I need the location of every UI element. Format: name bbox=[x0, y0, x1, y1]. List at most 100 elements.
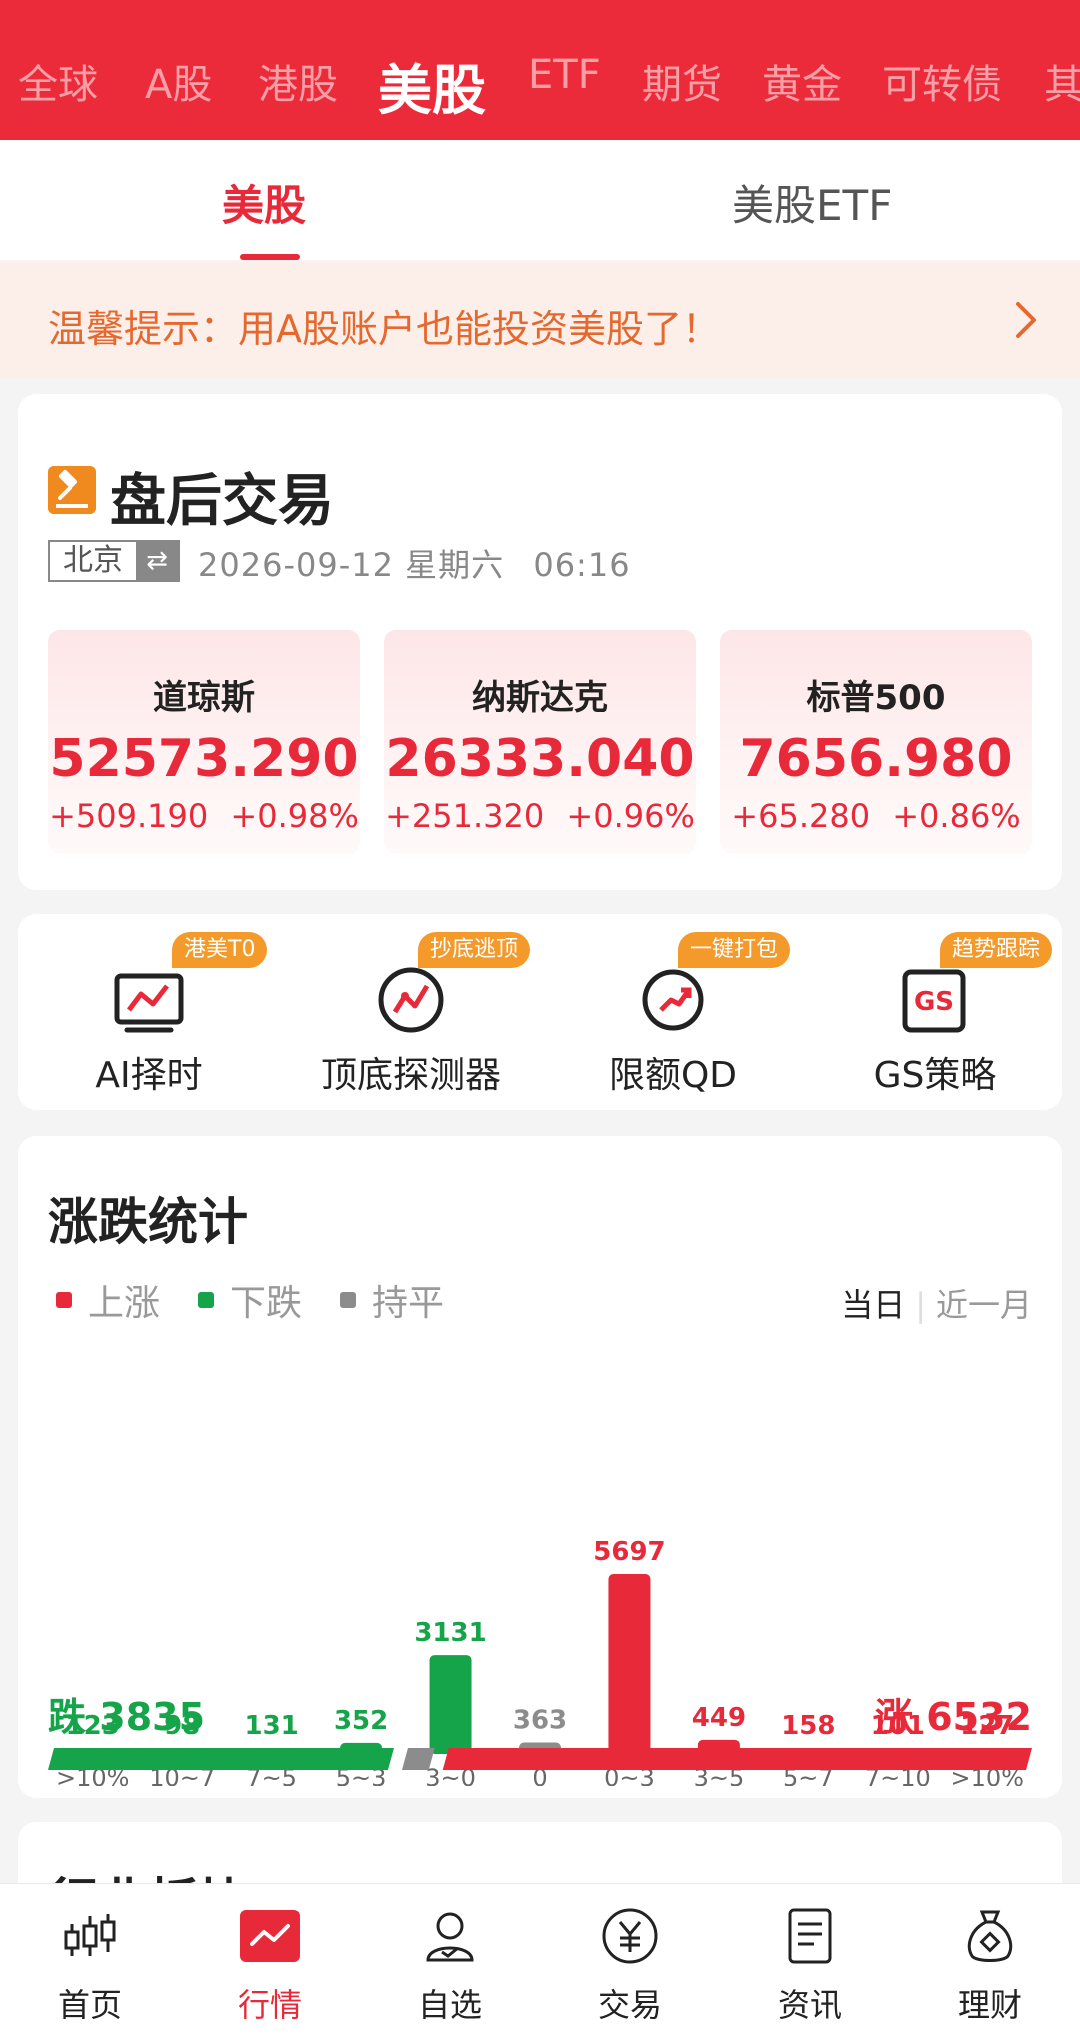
gavel-icon bbox=[48, 466, 96, 514]
bar-value-label: 449 bbox=[692, 1703, 746, 1733]
bar-value-label: 363 bbox=[513, 1706, 567, 1736]
tool-label: AI择时 bbox=[95, 1055, 203, 1096]
split-flat-segment bbox=[401, 1748, 435, 1770]
nav-wealth[interactable]: 理财 bbox=[900, 1884, 1080, 2037]
tool-label: GS策略 bbox=[873, 1055, 997, 1096]
index-value: 7656.980 bbox=[739, 729, 1013, 789]
tab-convertible-bonds[interactable]: 可转债 bbox=[882, 52, 1002, 110]
tab-hk-stocks[interactable]: 港股 bbox=[258, 52, 338, 110]
tool-gs-strategy[interactable]: GS 趋势跟踪 GS策略 bbox=[804, 914, 1066, 1110]
legend-swatch bbox=[340, 1292, 356, 1308]
legend-label: 上涨 bbox=[88, 1283, 161, 1324]
rise-total-label: 涨 bbox=[874, 1695, 913, 1739]
after-hours-card: 盘后交易 北京 ⇄ 2026-09-12 星期六 06:16 道琼斯 52573… bbox=[18, 394, 1062, 890]
legend-label: 持平 bbox=[372, 1283, 445, 1324]
stats-title: 涨跌统计 bbox=[48, 1193, 248, 1251]
index-card-dow[interactable]: 道琼斯 52573.290 +509.190 +0.98% bbox=[48, 630, 360, 854]
index-change-amount: +251.320 bbox=[385, 797, 545, 835]
index-change-pct: +0.98% bbox=[230, 797, 359, 835]
yuan-coin-icon bbox=[602, 1908, 658, 1964]
bar-4 bbox=[429, 1655, 472, 1754]
timezone-switch[interactable]: 北京 ⇄ bbox=[48, 540, 180, 582]
tab-etf[interactable]: ETF bbox=[528, 52, 601, 98]
index-card-sp500[interactable]: 标普500 7656.980 +65.280 +0.86% bbox=[720, 630, 1032, 854]
market-tab-bar: 全球 A股 港股 美股 ETF 期货 黄金 可转债 其 bbox=[0, 0, 1080, 140]
tab-gold[interactable]: 黄金 bbox=[762, 52, 842, 110]
index-change: +65.280 +0.86% bbox=[720, 797, 1032, 835]
tool-badge: 趋势跟踪 bbox=[940, 932, 1053, 968]
nav-label: 自选 bbox=[417, 1986, 482, 2024]
legend-flat: 持平 bbox=[340, 1274, 444, 1326]
tool-badge: 港美T0 bbox=[172, 932, 268, 968]
nav-label: 交易 bbox=[597, 1986, 662, 2024]
tool-badge: 一键打包 bbox=[678, 932, 791, 968]
top-bottom-detector-icon bbox=[378, 967, 444, 1033]
index-name: 纳斯达克 bbox=[472, 678, 608, 718]
notice-banner[interactable]: 温馨提示：用A股账户也能投资美股了！ bbox=[0, 262, 1080, 378]
subtab-us-etf[interactable]: 美股ETF bbox=[732, 172, 892, 233]
tab-global[interactable]: 全球 bbox=[18, 52, 98, 110]
sub-tab-bar: 美股 美股ETF bbox=[0, 140, 1080, 260]
user-watchlist-icon bbox=[426, 1912, 474, 1962]
nav-label: 理财 bbox=[957, 1986, 1022, 2024]
nav-news[interactable]: 资讯 bbox=[720, 1884, 900, 2037]
index-name: 道琼斯 bbox=[153, 678, 255, 718]
tab-us-stocks[interactable]: 美股 bbox=[378, 46, 486, 125]
nav-watchlist[interactable]: 自选 bbox=[360, 1884, 540, 2037]
ai-timing-icon bbox=[114, 973, 184, 1033]
bar-value-label: 352 bbox=[334, 1706, 388, 1736]
bar-value-label: 158 bbox=[781, 1711, 835, 1741]
rise-total: 涨 6532 bbox=[875, 1686, 1032, 1741]
legend-fall: 下跌 bbox=[198, 1274, 302, 1326]
subtab-us-stocks[interactable]: 美股 bbox=[222, 172, 306, 233]
legend-swatch bbox=[56, 1292, 72, 1308]
range-today[interactable]: 当日 bbox=[841, 1286, 905, 1324]
tools-card: 港美T0 AI择时 抄底逃顶 顶底探测器 一键打包 限额QD GS 趋势跟踪 G… bbox=[18, 914, 1062, 1110]
tool-badge: 抄底逃顶 bbox=[418, 932, 531, 968]
tool-top-bottom-detector[interactable]: 抄底逃顶 顶底探测器 bbox=[280, 914, 542, 1110]
nav-market[interactable]: 行情 bbox=[180, 1884, 360, 2037]
index-change: +251.320 +0.96% bbox=[384, 797, 696, 835]
tab-a-shares[interactable]: A股 bbox=[145, 52, 212, 110]
index-value: 52573.290 bbox=[49, 729, 359, 789]
city-label: 北京 bbox=[63, 543, 123, 578]
split-rise-segment bbox=[442, 1748, 1032, 1770]
legend-label: 下跌 bbox=[230, 1283, 303, 1324]
index-change-pct: +0.96% bbox=[566, 797, 695, 835]
range-month[interactable]: 近一月 bbox=[936, 1286, 1032, 1324]
fall-total-label: 跌 bbox=[48, 1695, 87, 1739]
nav-label: 首页 bbox=[57, 1986, 122, 2024]
money-bag-icon bbox=[967, 1910, 1013, 1962]
tab-futures[interactable]: 期货 bbox=[642, 52, 722, 110]
nav-home[interactable]: 首页 bbox=[0, 1884, 180, 2037]
after-hours-title: 盘后交易 bbox=[110, 469, 334, 534]
quota-qd-icon bbox=[642, 969, 704, 1031]
candlestick-icon bbox=[64, 1914, 116, 1956]
market-chart-icon bbox=[240, 1910, 300, 1962]
trade-date: 2026-09-12 bbox=[198, 546, 394, 584]
bar-value-label: 5697 bbox=[593, 1537, 665, 1567]
index-card-nasdaq[interactable]: 纳斯达克 26333.040 +251.320 +0.96% bbox=[384, 630, 696, 854]
rise-fall-stats-card: 涨跌统计 上涨 下跌 持平 当日 | 近一月 123 >10% 98 10~7 131 7~5… bbox=[18, 1136, 1062, 1798]
index-change-pct: +0.86% bbox=[892, 797, 1021, 835]
notice-text: 温馨提示：用A股账户也能投资美股了！ bbox=[48, 307, 720, 351]
active-tab-indicator bbox=[240, 254, 300, 260]
tab-other[interactable]: 其 bbox=[1044, 52, 1080, 110]
news-document-icon bbox=[788, 1908, 832, 1964]
legend-swatch bbox=[198, 1292, 214, 1308]
tool-quota-qd[interactable]: 一键打包 限额QD bbox=[542, 914, 804, 1110]
index-value: 26333.040 bbox=[385, 729, 695, 789]
index-change: +509.190 +0.98% bbox=[48, 797, 360, 835]
nav-trade[interactable]: 交易 bbox=[540, 1884, 720, 2037]
trade-weekday: 星期六 bbox=[405, 546, 505, 584]
chevron-right-icon bbox=[1016, 302, 1036, 338]
legend-rise: 上涨 bbox=[56, 1274, 160, 1326]
fall-total: 跌 3835 bbox=[48, 1686, 205, 1741]
svg-text:GS: GS bbox=[914, 987, 954, 1017]
rise-total-value: 6532 bbox=[926, 1695, 1032, 1739]
range-switch: 当日 | 近一月 bbox=[841, 1280, 1032, 1326]
nav-label: 行情 bbox=[237, 1986, 302, 2024]
index-name: 标普500 bbox=[806, 678, 946, 718]
tool-ai-timing[interactable]: 港美T0 AI择时 bbox=[18, 914, 280, 1110]
fall-total-value: 3835 bbox=[99, 1695, 206, 1739]
